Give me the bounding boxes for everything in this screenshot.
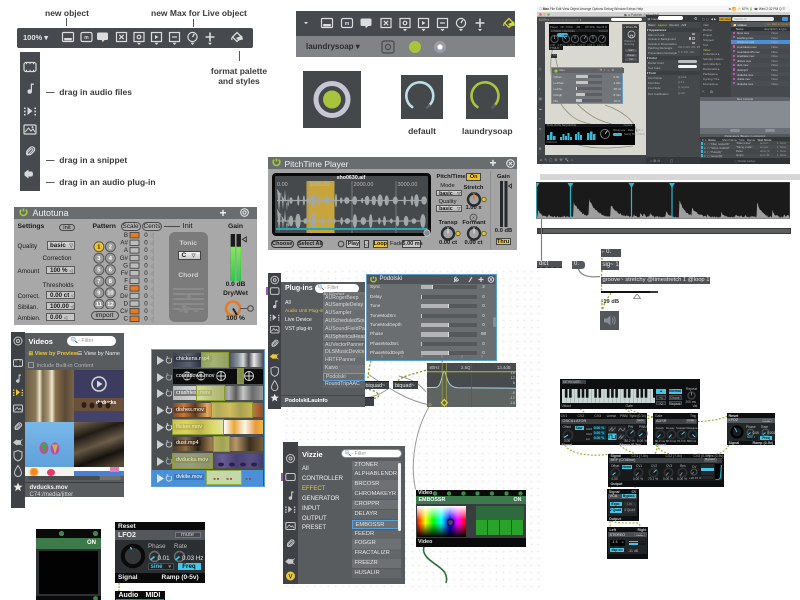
svg-text:F#: F# bbox=[121, 270, 129, 277]
svg-text:13.4dB: 13.4dB bbox=[497, 365, 511, 370]
svg-text:0: 0 bbox=[144, 285, 148, 292]
svg-text:0: 0 bbox=[144, 308, 148, 315]
svg-text:6: 6 bbox=[108, 267, 111, 273]
svg-text:3: 3 bbox=[97, 256, 100, 262]
svg-text:A: A bbox=[124, 247, 129, 254]
svg-text:0: 0 bbox=[144, 240, 148, 247]
svg-text:9: 9 bbox=[97, 290, 100, 296]
svg-text:80Hz: 80Hz bbox=[429, 365, 439, 370]
svg-text:1000.00: 1000.00 bbox=[309, 182, 329, 188]
svg-text:F: F bbox=[124, 278, 128, 285]
svg-text:G: G bbox=[123, 262, 128, 269]
svg-text:B: B bbox=[124, 232, 128, 239]
svg-text:-18: -18 bbox=[509, 400, 516, 405]
svg-text:7: 7 bbox=[97, 279, 100, 285]
svg-text:11: 11 bbox=[95, 302, 102, 308]
svg-text:0: 0 bbox=[144, 270, 148, 277]
svg-text:0: 0 bbox=[144, 316, 148, 323]
svg-text:2: 2 bbox=[108, 244, 111, 250]
svg-text:V: V bbox=[288, 575, 292, 581]
svg-text:C: C bbox=[124, 316, 129, 323]
svg-text:0.00: 0.00 bbox=[277, 182, 288, 188]
svg-text:0: 0 bbox=[144, 247, 148, 254]
svg-text:12: 12 bbox=[107, 302, 113, 308]
svg-text:0: 0 bbox=[144, 293, 148, 300]
svg-text:0: 0 bbox=[144, 262, 148, 269]
svg-text:10: 10 bbox=[107, 290, 113, 296]
svg-text:0: 0 bbox=[144, 232, 148, 239]
svg-text:2.5Q: 2.5Q bbox=[461, 365, 471, 370]
svg-text:G#: G# bbox=[120, 255, 129, 262]
svg-text:2000.00: 2000.00 bbox=[353, 182, 373, 188]
svg-text:D: D bbox=[124, 300, 129, 307]
svg-text:0: 0 bbox=[144, 255, 148, 262]
svg-text:0: 0 bbox=[144, 300, 148, 307]
svg-text:C#: C# bbox=[120, 308, 128, 315]
svg-text:E: E bbox=[124, 285, 128, 292]
svg-text:3000.00: 3000.00 bbox=[397, 182, 417, 188]
svg-text:A#: A# bbox=[120, 240, 128, 247]
svg-text:D#: D# bbox=[120, 293, 128, 300]
svg-text:0: 0 bbox=[144, 278, 148, 285]
